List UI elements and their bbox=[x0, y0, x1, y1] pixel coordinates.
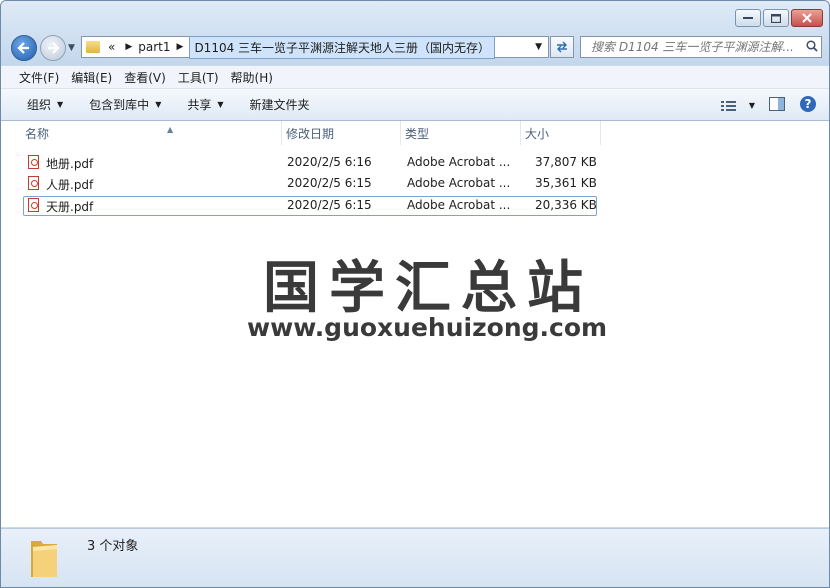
menu-view[interactable]: 查看(V) bbox=[124, 69, 166, 86]
pdf-file-icon bbox=[28, 155, 39, 169]
file-type: Adobe Acrobat ... bbox=[407, 155, 511, 169]
forward-arrow-icon bbox=[48, 42, 60, 54]
forward-button[interactable] bbox=[40, 35, 66, 61]
breadcrumb-separator-icon[interactable]: ▶ bbox=[125, 42, 132, 52]
details-pane: 3 个对象 bbox=[1, 528, 829, 587]
search-input[interactable] bbox=[589, 39, 803, 55]
search-icon[interactable] bbox=[803, 39, 821, 55]
watermark-url: www.guoxuehuizong.com bbox=[247, 313, 608, 342]
menu-tools[interactable]: 工具(T) bbox=[178, 69, 219, 86]
file-type: Adobe Acrobat ... bbox=[407, 198, 511, 212]
svg-text:?: ? bbox=[805, 97, 812, 111]
column-header: 名称 ▲ 修改日期 类型 大小 bbox=[1, 121, 829, 147]
item-count-status: 3 个对象 bbox=[87, 539, 139, 554]
column-type[interactable]: 类型 bbox=[401, 121, 521, 145]
maximize-button[interactable] bbox=[763, 9, 789, 27]
file-row[interactable]: 地册.pdf 2020/2/5 6:16 Adobe Acrobat ... 3… bbox=[23, 153, 597, 173]
breadcrumb-separator-icon[interactable]: ▶ bbox=[177, 42, 184, 52]
file-modified: 2020/2/5 6:15 bbox=[287, 198, 372, 212]
preview-pane-button[interactable] bbox=[769, 97, 785, 114]
change-view-button[interactable]: ▼ bbox=[720, 100, 755, 112]
share-button[interactable]: 共享 ▼ bbox=[187, 96, 223, 113]
chevron-down-icon: ▼ bbox=[217, 100, 224, 109]
recent-pages-dropdown[interactable]: ▼ bbox=[68, 43, 75, 53]
column-name[interactable]: 名称 ▲ bbox=[21, 121, 282, 145]
refresh-button[interactable] bbox=[550, 36, 574, 58]
organize-label: 组织 bbox=[27, 98, 52, 112]
chevron-down-icon: ▼ bbox=[748, 101, 755, 110]
new-folder-button[interactable]: 新建文件夹 bbox=[250, 96, 310, 113]
menu-help[interactable]: 帮助(H) bbox=[231, 69, 273, 86]
organize-button[interactable]: 组织 ▼ bbox=[27, 96, 63, 113]
caption-buttons bbox=[735, 9, 823, 27]
include-in-library-button[interactable]: 包含到库中 ▼ bbox=[89, 96, 161, 113]
menu-file[interactable]: 文件(F) bbox=[19, 69, 59, 86]
folder-icon bbox=[31, 541, 57, 577]
file-size: 37,807 KB bbox=[535, 155, 597, 169]
file-row[interactable]: 人册.pdf 2020/2/5 6:15 Adobe Acrobat ... 3… bbox=[23, 174, 597, 194]
include-library-label: 包含到库中 bbox=[89, 98, 150, 112]
back-button[interactable] bbox=[11, 35, 37, 61]
file-modified: 2020/2/5 6:15 bbox=[287, 176, 372, 190]
refresh-icon bbox=[557, 41, 567, 53]
file-size: 20,336 KB bbox=[535, 198, 597, 212]
search-box[interactable] bbox=[580, 36, 822, 58]
menu-edit[interactable]: 编辑(E) bbox=[71, 69, 112, 86]
breadcrumb-overflow-chevron[interactable]: « bbox=[108, 40, 115, 54]
chevron-down-icon: ▼ bbox=[57, 100, 64, 109]
explorer-window: ▼ « ▶ part1 ▶ D1104 三车一览子平渊源注解天地人三册（国内无存… bbox=[0, 0, 830, 588]
file-name: 地册.pdf bbox=[46, 157, 94, 171]
watermark-title: 国学汇总站 bbox=[263, 256, 593, 321]
close-icon bbox=[802, 13, 812, 23]
view-details-icon bbox=[720, 100, 736, 111]
title-bar: ▼ « ▶ part1 ▶ D1104 三车一览子平渊源注解天地人三册（国内无存… bbox=[1, 1, 829, 65]
folder-icon bbox=[86, 41, 100, 53]
help-button[interactable]: ? bbox=[799, 95, 817, 116]
file-size: 35,361 KB bbox=[535, 176, 597, 190]
close-button[interactable] bbox=[791, 9, 823, 27]
pdf-file-icon bbox=[28, 176, 39, 190]
column-modified[interactable]: 修改日期 bbox=[282, 121, 401, 145]
address-dropdown-icon[interactable]: ▼ bbox=[535, 42, 542, 52]
file-name: 人册.pdf bbox=[46, 178, 94, 192]
minimize-button[interactable] bbox=[735, 9, 761, 27]
menu-bar: 文件(F) 编辑(E) 查看(V) 工具(T) 帮助(H) bbox=[1, 66, 829, 89]
share-label: 共享 bbox=[187, 98, 212, 112]
file-modified: 2020/2/5 6:16 bbox=[287, 155, 372, 169]
back-arrow-icon bbox=[17, 42, 29, 54]
column-size[interactable]: 大小 bbox=[521, 121, 601, 145]
preview-pane-icon bbox=[769, 97, 785, 111]
breadcrumb-current-folder[interactable]: D1104 三车一览子平渊源注解天地人三册（国内无存） bbox=[189, 35, 496, 59]
file-type: Adobe Acrobat ... bbox=[407, 176, 511, 190]
pdf-file-icon bbox=[28, 198, 39, 212]
address-bar[interactable]: « ▶ part1 ▶ D1104 三车一览子平渊源注解天地人三册（国内无存） … bbox=[81, 35, 549, 59]
maximize-icon bbox=[771, 13, 781, 23]
file-name: 天册.pdf bbox=[46, 200, 94, 214]
help-icon: ? bbox=[800, 96, 816, 112]
chevron-down-icon: ▼ bbox=[155, 100, 162, 109]
minimize-icon bbox=[743, 17, 753, 19]
file-row-selected[interactable]: 天册.pdf 2020/2/5 6:15 Adobe Acrobat ... 2… bbox=[23, 196, 597, 216]
toolbar-right: ▼ ? bbox=[720, 95, 817, 116]
command-bar: 组织 ▼ 包含到库中 ▼ 共享 ▼ 新建文件夹 ▼ ? bbox=[1, 89, 829, 121]
breadcrumb: « ▶ part1 ▶ D1104 三车一览子平渊源注解天地人三册（国内无存） bbox=[108, 35, 496, 59]
sort-ascending-icon: ▲ bbox=[167, 125, 174, 134]
column-name-label: 名称 bbox=[25, 127, 50, 141]
breadcrumb-part1[interactable]: part1 bbox=[138, 40, 170, 54]
